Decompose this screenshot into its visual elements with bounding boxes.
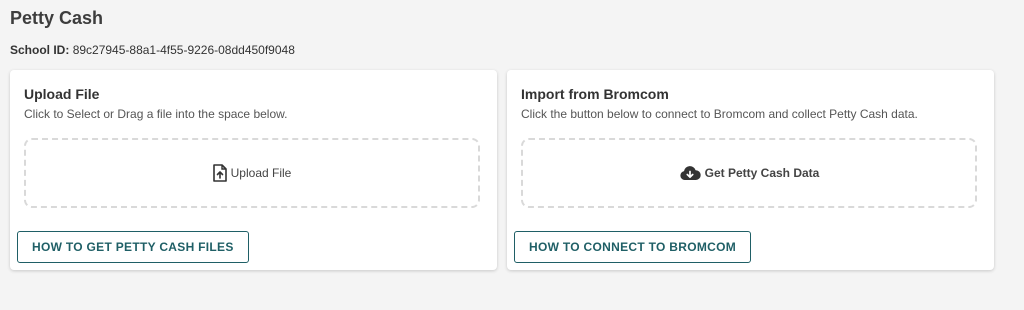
page-title: Petty Cash (10, 8, 104, 28)
bromcom-card-title: Import from Bromcom (521, 86, 669, 102)
bromcom-card-description: Click the button below to connect to Bro… (521, 107, 918, 121)
get-petty-cash-data-label: Get Petty Cash Data (704, 166, 820, 180)
school-id-label: School ID: (10, 43, 70, 57)
how-to-connect-bromcom-button[interactable]: HOW TO CONNECT TO BROMCOM (514, 231, 752, 263)
file-upload-icon (212, 164, 227, 182)
get-petty-cash-data-dropzone[interactable]: Get Petty Cash Data (521, 138, 977, 208)
cloud-download-icon (679, 165, 701, 181)
upload-dropzone[interactable]: Upload File (24, 138, 480, 208)
upload-file-card: Upload File Click to Select or Drag a fi… (10, 70, 497, 270)
upload-dropzone-label: Upload File (230, 166, 292, 180)
school-id: School ID: 89c27945-88a1-4f55-9226-08dd4… (10, 43, 295, 57)
upload-card-description: Click to Select or Drag a file into the … (24, 107, 288, 121)
how-to-get-files-button[interactable]: HOW TO GET PETTY CASH FILES (17, 231, 249, 263)
petty-cash-page: Petty Cash School ID: 89c27945-88a1-4f55… (0, 0, 1024, 310)
upload-card-title: Upload File (24, 86, 100, 102)
school-id-value: 89c27945-88a1-4f55-9226-08dd450f9048 (72, 43, 295, 57)
bromcom-import-card: Import from Bromcom Click the button bel… (507, 70, 994, 270)
